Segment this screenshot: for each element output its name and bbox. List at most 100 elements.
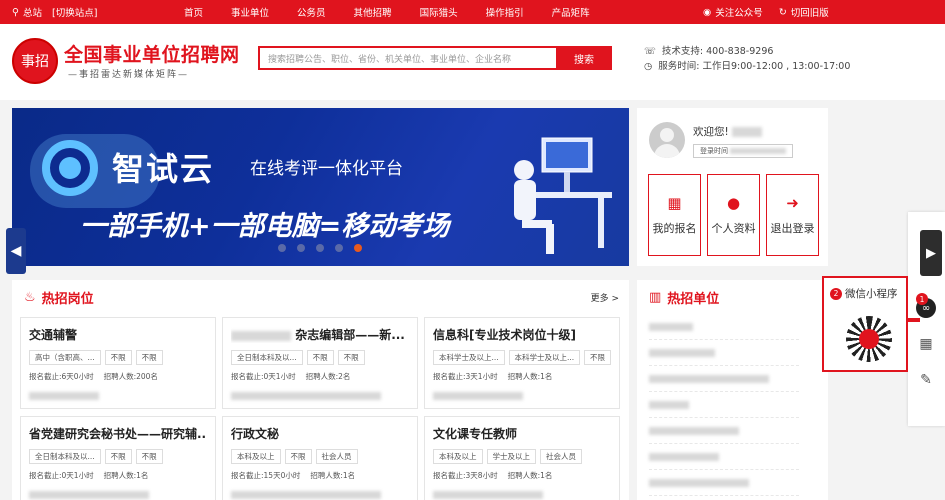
nav-item-other-jobs[interactable]: 其他招聘 [354,5,392,19]
promo-banner[interactable]: 智试云 在线考评一体化平台 一部手机+一部电脑=移动考场 [12,108,629,266]
carousel-prev-button[interactable]: ◀ [6,228,26,274]
unit-item[interactable] [649,418,799,444]
support-phone: 技术支持: 400-838-9296 [661,46,774,57]
unit-name-redacted [649,374,769,383]
carousel-dot-5[interactable] [354,244,362,252]
job-tag: 本科学士及以上... [508,350,581,365]
logout-label: 退出登录 [770,222,815,235]
carousel-dot-3[interactable] [316,244,324,252]
job-tag: 社会人员 [540,449,582,464]
follow-official-account-link[interactable]: 关注公众号 [715,5,763,19]
nav-item-products[interactable]: 产品矩阵 [552,5,590,19]
header: 事招 全国事业单位招聘网 —事招雷达新媒体矩阵— 搜索招聘公告、职位、省份、机关… [0,24,945,100]
banner-headline: 一部手机+一部电脑=移动考场 [80,211,450,242]
login-time-box: 登录时间 [693,144,794,158]
headcount: 招聘人数:2名 [305,372,351,381]
hot-jobs-section: ♨ 热招岗位 更多 > 交通辅警 高中（含职高、... 不限 不限 报名截止:6天0小… [12,280,629,500]
job-tag: 学士及以上 [486,449,536,464]
unit-item[interactable] [649,444,799,470]
location-switcher[interactable]: ⚲ 总站 [切换站点] [12,0,97,24]
nav-item-civil-servants[interactable]: 公务员 [297,5,326,19]
nav-item-home[interactable]: 首页 [184,5,203,19]
job-tag: 不限 [104,350,132,365]
target-logo-icon [42,140,98,196]
profile-button[interactable]: ● 个人资料 [707,174,760,256]
deadline: 报名截止:3天8小时 [433,471,498,480]
computer-user-illustration [514,137,612,254]
logout-icon: ➜ [786,194,799,212]
user-actions: ▦ 我的报名 ● 个人资料 ➜ 退出登录 [648,174,819,256]
employer-redacted [29,391,99,400]
switch-site-link[interactable]: [切换站点] [52,5,97,19]
job-card[interactable]: 行政文秘 本科及以上 不限 社会人员 报名截止:15天0小时 招聘人数:1名 [222,416,418,500]
miniprogram-label: 微信小程序 [845,288,898,300]
search-input[interactable]: 搜索招聘公告、职位、省份、机关单位、事业单位、企业名称 [258,46,556,70]
deadline: 报名截止:0天1小时 [29,471,94,480]
unit-name-redacted [649,322,693,331]
search-bar: 搜索招聘公告、职位、省份、机关单位、事业单位、企业名称 搜索 [258,46,612,70]
job-tag: 全日制本科及以... [29,449,101,464]
employer-redacted [29,490,149,499]
job-title-redacted [231,330,291,341]
unit-name-redacted [649,452,719,461]
nav-item-headhunting[interactable]: 国际猎头 [420,5,458,19]
feedback-icon[interactable]: ✎ [916,370,936,390]
logo-mark: 事招 [21,54,49,70]
qr-code-icon[interactable]: ▦ [916,334,936,354]
job-card[interactable]: 信息科[专业技术岗位十级] 本科学士及以上... 本科学士及以上... 不限 报名截… [424,317,620,409]
job-card[interactable]: 杂志编辑部——新... 全日制本科及以... 不限 不限 报名截止:0天1小时 招聘人… [222,317,418,409]
login-time-redacted [730,148,787,154]
deadline: 报名截止:6天0小时 [29,372,94,381]
avatar[interactable] [649,122,685,158]
job-title: 行政文秘 [231,427,280,441]
unit-name-redacted [649,400,689,409]
building-icon: ▥ [649,290,662,305]
unit-item[interactable] [649,470,799,496]
carousel-next-button[interactable]: ▶ [920,230,942,276]
search-button[interactable]: 搜索 [556,46,612,70]
nav-item-institutions[interactable]: 事业单位 [231,5,269,19]
old-version-link[interactable]: 切回旧版 [791,5,829,19]
carousel-dot-2[interactable] [297,244,305,252]
support-info: ☏ 技术支持: 400-838-9296 ◷ 服务时间: 工作日9:00-12:00… [644,44,850,74]
job-tag: 全日制本科及以... [231,350,303,365]
wechat-icon: ◉ [703,6,712,18]
person-icon: ● [726,194,741,212]
more-jobs-link[interactable]: 更多 > [591,291,619,304]
hot-units-title: 热招单位 [667,292,720,307]
deadline: 报名截止:3天1小时 [433,372,498,381]
hot-jobs-heading: ♨ 热招岗位 [24,288,94,307]
unit-item[interactable] [649,392,799,418]
nav-item-guide[interactable]: 操作指引 [486,5,524,19]
refresh-icon: ↻ [778,6,787,18]
user-panel: 欢迎您! 登录时间 ▦ 我的报名 ● 个人资料 ➜ 退出登录 [637,108,828,266]
location-label: 总站 [22,8,42,19]
job-card[interactable]: 文化课专任教师 本科及以上 学士及以上 社会人员 报名截止:3天8小时 招聘人数:1名 [424,416,620,500]
chevron-right-icon: ▶ [926,245,936,261]
job-tag: 不限 [306,350,334,365]
job-card[interactable]: 省党建研究会秘书处——研究辅... 全日制本科及以... 不限 不限 报名截止:0天… [20,416,216,500]
deadline: 报名截止:0天1小时 [231,372,296,381]
miniprogram-qr-code [846,316,892,362]
unit-item[interactable] [649,340,799,366]
job-title: 文化课专任教师 [433,427,518,441]
chevron-left-icon: ◀ [10,243,22,259]
job-card[interactable]: 交通辅警 高中（含职高、... 不限 不限 报名截止:6天0小时 招聘人数:200名 [20,317,216,409]
my-applications-button[interactable]: ▦ 我的报名 [648,174,701,256]
carousel-dot-4[interactable] [335,244,343,252]
carousel-dots [278,244,362,252]
unit-item[interactable] [649,314,799,340]
banner-brand: 智试云 [112,150,215,188]
headcount: 招聘人数:1名 [103,471,149,480]
employer-redacted [433,391,523,400]
site-title[interactable]: 全国事业单位招聘网 [64,40,240,67]
site-logo[interactable]: 事招 [12,38,58,84]
carousel-dot-1[interactable] [278,244,286,252]
job-tag: 本科学士及以上... [433,350,505,365]
unit-name-redacted [649,348,715,357]
hot-units-section: ▥ 热招单位 [637,280,828,500]
logout-button[interactable]: ➜ 退出登录 [766,174,819,256]
job-title: 杂志编辑部——新... [295,328,405,342]
welcome-text: 欢迎您! [693,124,763,139]
unit-item[interactable] [649,366,799,392]
